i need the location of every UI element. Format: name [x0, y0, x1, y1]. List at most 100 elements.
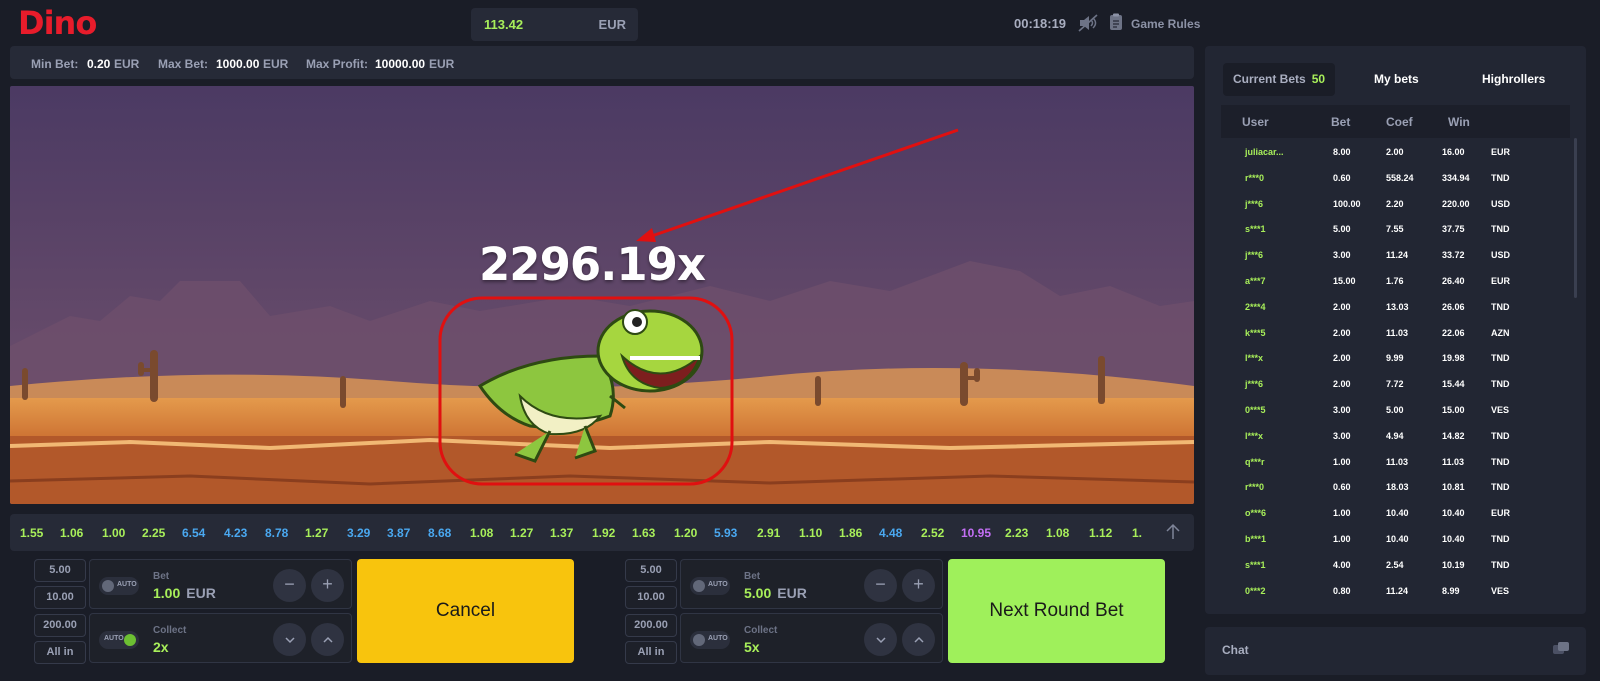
bet-coef-cell: 10.40 [1386, 533, 1409, 544]
history-value: 4.23 [224, 526, 248, 540]
table-row: 2***4 2.00 13.03 26.06 TND [1221, 293, 1570, 319]
history-value: 1.08 [1046, 526, 1070, 540]
collect-down-button[interactable] [864, 623, 897, 656]
auto-bet-toggle[interactable]: AUTO [690, 577, 730, 595]
bet-user: j***6 [1245, 250, 1264, 261]
decrease-bet-button[interactable]: − [864, 569, 897, 602]
bet-coef-cell: 4.94 [1386, 430, 1404, 441]
max-bet-value: 1000.00 [216, 57, 260, 71]
bets-scrollbar[interactable] [1574, 138, 1577, 298]
bet-user: l***x [1245, 353, 1264, 364]
quick-bet-200[interactable]: 200.00 [34, 614, 86, 637]
quick-bet-5[interactable]: 5.00 [34, 559, 86, 582]
history-value: 1.06 [60, 526, 84, 540]
bet-win-cell: 33.72 [1442, 250, 1465, 261]
col-coef: Coef [1386, 115, 1413, 129]
tab-my-bets[interactable]: My bets [1374, 63, 1419, 96]
collect-down-button[interactable] [273, 623, 306, 656]
auto-collect-toggle[interactable]: AUTO [99, 631, 139, 649]
bet-amount-cell: 0.80 [1333, 585, 1351, 596]
col-win: Win [1448, 115, 1470, 129]
auto-bet-toggle[interactable]: AUTO [99, 577, 139, 595]
bet-coef-cell: 11.24 [1386, 585, 1409, 596]
history-value: 1. [1132, 526, 1143, 540]
history-value: 3.87 [387, 526, 411, 540]
increase-bet-button[interactable]: + [902, 569, 935, 602]
col-user: User [1242, 115, 1269, 129]
quick-bet-10[interactable]: 10.00 [625, 586, 677, 609]
bets-table-header: User Bet Coef Win [1221, 105, 1570, 138]
bet-win-cell: 14.82 [1442, 430, 1465, 441]
history-value: 1.12 [1089, 526, 1113, 540]
bet-coef-cell: 18.03 [1386, 482, 1409, 493]
quick-bet-5[interactable]: 5.00 [625, 559, 677, 582]
sound-muted-icon[interactable] [1078, 13, 1098, 33]
history-value: 1.27 [305, 526, 329, 540]
bet-win-cell: 19.98 [1442, 353, 1465, 364]
bet-win-cell: 26.06 [1442, 301, 1465, 312]
bet-currency-cell: TND [1491, 353, 1510, 364]
quick-bet-all-in[interactable]: All in [625, 641, 677, 664]
bet-amount-cell: 1.00 [1333, 508, 1351, 519]
bet-amount-cell: 100.00 [1333, 198, 1361, 209]
bet-user: j***6 [1245, 198, 1264, 209]
bet-amount[interactable]: 5.00 EUR [744, 585, 807, 601]
bet-currency-cell: VES [1491, 404, 1510, 415]
cancel-button[interactable]: Cancel [357, 559, 574, 663]
next-round-bet-button[interactable]: Next Round Bet [948, 559, 1165, 663]
bet-coef-cell: 2.20 [1386, 198, 1404, 209]
bet-amount-cell: 4.00 [1333, 559, 1351, 570]
tab-highrollers[interactable]: Highrollers [1482, 63, 1545, 96]
bets-panel: Current Bets 50 My bets Highrollers User … [1205, 46, 1586, 614]
collect-up-button[interactable] [311, 623, 344, 656]
bet-amount-cell: 0.60 [1333, 482, 1351, 493]
table-row: s***1 4.00 2.54 10.19 TND [1221, 551, 1570, 577]
table-row: s***1 5.00 7.55 37.75 TND [1221, 215, 1570, 241]
rules-icon[interactable] [1109, 13, 1123, 31]
game-rules-link[interactable]: Game Rules [1131, 17, 1200, 31]
decrease-bet-button[interactable]: − [273, 569, 306, 602]
collect-up-button[interactable] [902, 623, 935, 656]
bet-amount-cell: 1.00 [1333, 533, 1351, 544]
multiplier-history: 1.55 1.06 1.00 2.25 6.54 4.23 8.78 1.27 3.29 3.87… [10, 514, 1194, 551]
bet-amount-cell: 15.00 [1333, 275, 1356, 286]
bet-amount-box: AUTO Bet 5.00 EUR − + [680, 559, 943, 609]
bet-currency-cell: EUR [1491, 508, 1511, 519]
current-multiplier: 2296.19x [479, 238, 706, 291]
max-profit-currency: EUR [429, 57, 455, 71]
expand-history-icon[interactable] [1164, 523, 1182, 541]
max-bet-currency: EUR [263, 57, 289, 71]
bet-label: Bet [153, 571, 170, 582]
auto-collect-toggle[interactable]: AUTO [690, 631, 730, 649]
history-value: 2.91 [757, 526, 781, 540]
quick-bet-all-in[interactable]: All in [34, 641, 86, 664]
quick-bet-200[interactable]: 200.00 [625, 614, 677, 637]
max-bet-label: Max Bet: [158, 57, 209, 71]
tab-current-bets[interactable]: Current Bets 50 [1223, 63, 1336, 96]
history-value: 6.54 [182, 526, 206, 540]
table-row: j***6 100.00 2.20 220.00 USD [1221, 190, 1570, 216]
collect-box: AUTO Collect 2x [89, 613, 352, 663]
bet-amount-cell: 2.00 [1333, 301, 1351, 312]
history-value: 1.37 [550, 526, 574, 540]
bet-amount-cell: 2.00 [1333, 353, 1351, 364]
bet-coef-cell: 11.03 [1386, 327, 1409, 338]
bet-currency-cell: TND [1491, 430, 1510, 441]
collect-value[interactable]: 2x [153, 639, 169, 655]
bet-currency-cell: TND [1491, 456, 1510, 467]
table-row: q***r 1.00 11.03 11.03 TND [1221, 448, 1570, 474]
quick-bet-10[interactable]: 10.00 [34, 586, 86, 609]
bet-amount-cell: 5.00 [1333, 224, 1351, 235]
bet-currency-cell: AZN [1491, 327, 1510, 338]
table-row: j***6 2.00 7.72 15.44 TND [1221, 370, 1570, 396]
table-row: k***5 2.00 11.03 22.06 AZN [1221, 319, 1570, 345]
bet-user: j***6 [1245, 379, 1264, 390]
collect-value[interactable]: 5x [744, 639, 760, 655]
bet-user: b***1 [1245, 533, 1267, 544]
increase-bet-button[interactable]: + [311, 569, 344, 602]
bet-amount[interactable]: 1.00 EUR [153, 585, 216, 601]
bet-win-cell: 11.03 [1442, 456, 1465, 467]
chat-bar[interactable]: Chat [1205, 627, 1586, 675]
chat-icon[interactable] [1552, 641, 1570, 659]
bet-user: q***r [1245, 456, 1265, 467]
